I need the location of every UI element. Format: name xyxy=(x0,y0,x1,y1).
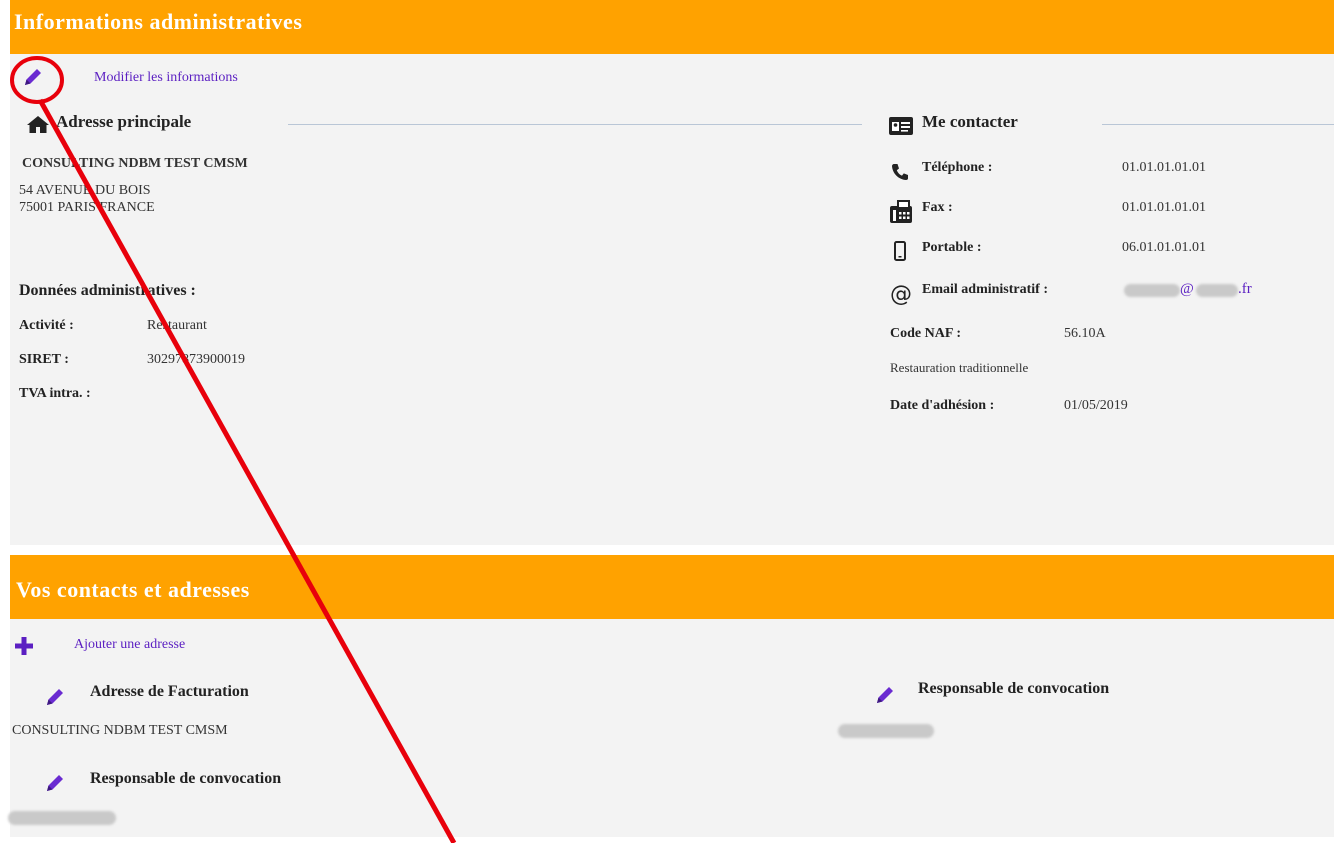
naf-value: 56.10A xyxy=(1064,326,1106,341)
naf-description: Restauration traditionnelle xyxy=(890,360,1029,375)
add-address-link[interactable]: Ajouter une adresse xyxy=(74,637,185,653)
responsible-blurred-name-left xyxy=(8,811,116,825)
contact-card-icon xyxy=(888,116,914,136)
address-city: 75001 PARIS FRANCE xyxy=(19,200,155,215)
billing-address-title: Adresse de Facturation xyxy=(90,683,249,700)
join-date-label: Date d'adhésion : xyxy=(890,398,995,413)
admin-section-header: Informations administratives xyxy=(10,0,1334,54)
contacts-section-header: Vos contacts et adresses xyxy=(10,555,1334,619)
admin-section-title: Informations administratives xyxy=(14,9,303,34)
contacts-section-title: Vos contacts et adresses xyxy=(16,577,250,602)
divider xyxy=(288,124,862,125)
billing-address-value: CONSULTING NDBM TEST CMSM xyxy=(12,723,228,738)
home-icon xyxy=(26,114,50,134)
edit-responsible-pencil-icon[interactable] xyxy=(44,772,66,794)
activity-value: Restaurant xyxy=(147,318,207,333)
fax-icon xyxy=(889,198,913,224)
fax-value: 01.01.01.01.01 xyxy=(1122,200,1206,215)
email-blurred-user xyxy=(1124,284,1180,297)
address-street: 54 AVENUE DU BOIS xyxy=(19,183,151,198)
email-at[interactable]: @ xyxy=(1180,281,1194,298)
email-blurred-domain xyxy=(1196,284,1238,297)
activity-label: Activité : xyxy=(19,318,74,333)
naf-label: Code NAF : xyxy=(890,326,962,341)
edit-info-link[interactable]: Modifier les informations xyxy=(94,70,238,86)
siret-label: SIRET : xyxy=(19,352,69,367)
siret-value: 30297873900019 xyxy=(147,352,245,367)
phone-icon xyxy=(890,162,910,182)
responsible-title-left: Responsable de convocation xyxy=(90,770,282,787)
edit-responsible-right-pencil-icon[interactable] xyxy=(874,684,896,706)
plus-icon[interactable] xyxy=(14,636,34,656)
tva-label: TVA intra. : xyxy=(19,386,91,401)
mobile-value: 06.01.01.01.01 xyxy=(1122,240,1206,255)
responsible-blurred-name-right xyxy=(838,724,934,738)
main-address-title: Adresse principale xyxy=(56,112,192,131)
email-suffix[interactable]: .fr xyxy=(1238,281,1252,298)
fax-label: Fax : xyxy=(922,200,953,215)
admin-data-title: Données administratives : xyxy=(19,282,196,299)
edit-billing-pencil-icon[interactable] xyxy=(44,686,66,708)
email-label: Email administratif : xyxy=(922,282,1048,297)
responsible-title-right: Responsable de convocation xyxy=(918,680,1110,697)
edit-pencil-icon[interactable] xyxy=(22,66,44,88)
at-icon: @ xyxy=(890,282,912,307)
mobile-icon xyxy=(893,241,907,261)
address-company: CONSULTING NDBM TEST CMSM xyxy=(22,156,248,171)
mobile-label: Portable : xyxy=(922,240,982,255)
phone-label: Téléphone : xyxy=(922,160,993,175)
phone-value: 01.01.01.01.01 xyxy=(1122,160,1206,175)
divider xyxy=(1102,124,1334,125)
contact-title: Me contacter xyxy=(922,112,1018,131)
join-date-value: 01/05/2019 xyxy=(1064,398,1128,413)
